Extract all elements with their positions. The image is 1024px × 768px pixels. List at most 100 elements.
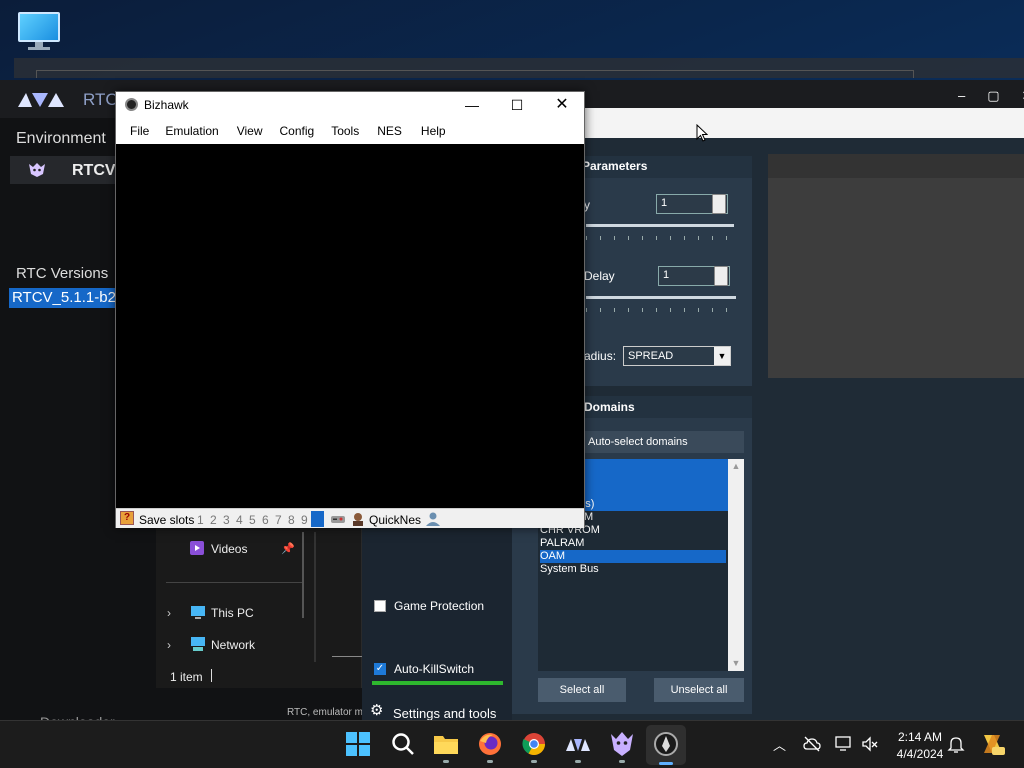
start-icon[interactable] — [345, 731, 371, 757]
explorer-item-this-pc[interactable]: This PC — [211, 606, 254, 620]
chevron-up-icon[interactable]: ︿ — [773, 735, 786, 754]
rtc-launcher-title: RTC — [83, 90, 118, 109]
maximize-button[interactable]: ☐ — [497, 95, 537, 115]
save-slot-0-active[interactable] — [311, 511, 324, 527]
rtc-footer-text: RTC, emulator mo — [287, 707, 369, 718]
taskbar-running-indicator — [575, 760, 581, 763]
explorer-item-videos[interactable]: Videos — [211, 542, 247, 556]
taskbar-running-indicator — [531, 760, 537, 763]
domain-item[interactable]: System Bus — [540, 563, 726, 576]
chrome-icon[interactable] — [521, 731, 547, 757]
monitor-network-icon[interactable] — [835, 735, 853, 753]
gear-icon[interactable]: ⚙ — [370, 703, 384, 718]
auto-killswitch-checkbox[interactable]: ✓ — [374, 663, 386, 675]
save-slot-6[interactable]: 6 — [262, 513, 269, 527]
scroll-down-icon[interactable]: ▼ — [728, 658, 744, 668]
bizhawk-menubar: File Emulation View Config Tools NES Hel… — [116, 120, 584, 142]
menu-file[interactable]: File — [130, 120, 149, 142]
background-window-frame — [36, 70, 914, 78]
auto-killswitch-label[interactable]: Auto-KillSwitch — [394, 662, 474, 676]
explorer-status-text: 1 item — [170, 670, 203, 684]
save-slot-5[interactable]: 5 — [249, 513, 256, 527]
controller-icon[interactable] — [330, 511, 346, 526]
taskbar-running-indicator — [443, 760, 449, 763]
domain-item[interactable]: PALRAM — [540, 537, 726, 550]
select-all-button[interactable]: Select all — [538, 678, 626, 702]
menu-help[interactable]: Help — [421, 120, 446, 142]
mouse-cursor-icon — [696, 124, 708, 142]
bizhawk-title: Bizhawk — [144, 98, 189, 112]
save-slot-4[interactable]: 4 — [236, 513, 243, 527]
rtc-launcher-icon[interactable] — [565, 731, 591, 757]
minimize-button[interactable]: – — [958, 88, 965, 104]
save-slot-1[interactable]: 1 — [197, 513, 204, 527]
bizhawk-icon[interactable] — [653, 731, 679, 757]
menu-config[interactable]: Config — [280, 120, 315, 142]
domain-list-scrollbar[interactable] — [728, 459, 744, 671]
volume-muted-icon[interactable] — [861, 735, 879, 753]
core-label: QuickNes — [369, 513, 422, 527]
intensity-spinner-arrows[interactable] — [712, 194, 726, 214]
auto-select-domains-button[interactable]: Auto-select domains — [576, 431, 744, 453]
delay-slider[interactable] — [586, 296, 736, 299]
domain-item[interactable]: OAM — [540, 550, 726, 563]
game-protection-checkbox[interactable] — [374, 600, 386, 612]
save-slot-icon[interactable]: ? — [120, 511, 134, 525]
unselect-all-button[interactable]: Unselect all — [654, 678, 744, 702]
explorer-status-divider — [211, 669, 212, 682]
delay-ticks — [586, 308, 736, 312]
close-button[interactable]: ✕ — [542, 95, 582, 115]
save-slot-2[interactable]: 2 — [210, 513, 217, 527]
save-slots-label: Save slots — [139, 513, 195, 527]
desktop-monitor-icon[interactable] — [18, 12, 60, 50]
network-icon — [191, 637, 205, 651]
game-protection-label[interactable]: Game Protection — [394, 599, 484, 613]
save-slot-8[interactable]: 8 — [288, 513, 295, 527]
bizhawk-window: Bizhawk — ☐ ✕ File Emulation View Config… — [115, 91, 585, 528]
explorer-item-network[interactable]: Network — [211, 638, 255, 652]
taskbar: ︿ 2:14 AM 4/4/2024 — [0, 720, 1024, 768]
bizhawk-statusbar: ? Save slots 1 2 3 4 5 6 7 8 9 QuickNes — [116, 508, 584, 528]
taskbar-running-indicator — [487, 760, 493, 763]
maximize-button[interactable]: ▢ — [987, 88, 999, 104]
rtc-versions-label: RTC Versions — [16, 265, 109, 282]
intensity-slider[interactable] — [586, 224, 734, 227]
rtcv-demon-icon — [29, 163, 45, 177]
auto-killswitch-indicator — [372, 681, 503, 685]
rtc-logo-icon — [18, 93, 64, 107]
chevron-right-icon[interactable]: › — [167, 638, 171, 652]
menu-emulation[interactable]: Emulation — [165, 120, 218, 142]
rtc-client-icon[interactable] — [609, 731, 635, 757]
chevron-right-icon[interactable]: › — [167, 606, 171, 620]
notification-bell-icon[interactable] — [947, 735, 965, 753]
videos-folder-icon — [190, 541, 204, 555]
preview-panel-header — [768, 154, 1024, 178]
copilot-preview-icon[interactable] — [980, 731, 1006, 757]
file-explorer-icon[interactable] — [433, 731, 459, 757]
minimize-button[interactable]: — — [452, 95, 492, 115]
scroll-up-icon[interactable]: ▲ — [728, 461, 744, 471]
explorer-divider — [166, 582, 302, 583]
preview-panel — [768, 154, 1024, 378]
menu-view[interactable]: View — [237, 120, 263, 142]
menu-nes[interactable]: NES — [377, 120, 402, 142]
pin-icon[interactable]: 📌 — [281, 542, 295, 555]
save-slot-3[interactable]: 3 — [223, 513, 230, 527]
user-icon[interactable] — [425, 511, 441, 527]
chevron-down-icon[interactable]: ▼ — [714, 347, 730, 365]
firefox-icon[interactable] — [477, 731, 503, 757]
file-explorer-window — [156, 528, 362, 688]
explorer-scrollbar[interactable] — [302, 532, 304, 618]
delay-spinner-arrows[interactable] — [714, 266, 728, 286]
bizhawk-app-icon — [125, 98, 138, 111]
environment-item-label: RTCV — [72, 162, 116, 179]
environment-label: Environment — [16, 130, 106, 147]
emulator-screen[interactable] — [116, 144, 584, 508]
settings-and-tools-button[interactable]: Settings and tools — [393, 706, 496, 721]
explorer-scroll-indicator — [332, 656, 362, 657]
save-slot-7[interactable]: 7 — [275, 513, 282, 527]
save-slot-9[interactable]: 9 — [301, 513, 308, 527]
menu-tools[interactable]: Tools — [331, 120, 359, 142]
search-icon[interactable] — [390, 731, 416, 757]
onedrive-cloud-icon[interactable] — [803, 735, 821, 753]
